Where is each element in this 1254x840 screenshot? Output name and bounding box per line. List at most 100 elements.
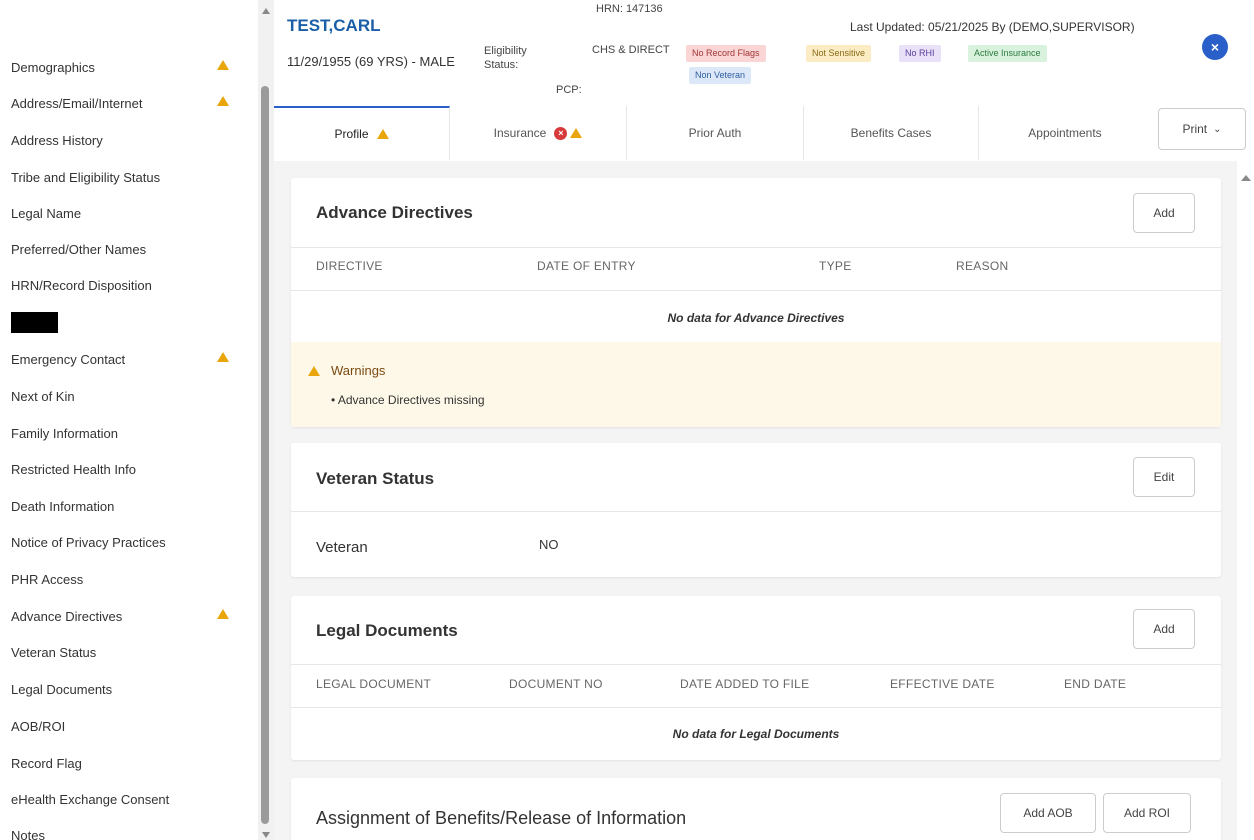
sidebar-item-label: Restricted Health Info	[11, 461, 137, 477]
sidebar-item-label: Family Information	[11, 425, 118, 441]
add-roi-button[interactable]: Add ROI	[1103, 793, 1191, 833]
add-aob-button[interactable]: Add AOB	[1000, 793, 1096, 833]
profile-sidebar: Demographics Address/Email/Internet Addr…	[0, 0, 258, 840]
scroll-up-arrow-icon[interactable]	[262, 8, 270, 14]
close-icon[interactable]: ×	[1202, 34, 1228, 60]
sidebar-item-record-flag[interactable]: Record Flag	[11, 748, 241, 778]
sidebar-item-label: Address History	[11, 132, 103, 148]
sidebar-item-label: PHR Access	[11, 571, 84, 587]
badge-sensitive: Not Sensitive	[806, 45, 872, 62]
warning-icon	[217, 609, 229, 619]
tab-benefits-cases[interactable]: Benefits Cases	[804, 106, 979, 160]
sidebar-item-advance-directives[interactable]: Advance Directives	[11, 601, 241, 631]
error-icon: ×	[554, 126, 568, 140]
sidebar-item-legal-documents[interactable]: Legal Documents	[11, 674, 241, 704]
content-scrollbar[interactable]	[1237, 161, 1254, 840]
advance-directives-card: Advance Directives Add DIRECTIVE DATE OF…	[291, 178, 1221, 427]
sidebar-item-privacy-practices[interactable]: Notice of Privacy Practices	[11, 527, 241, 557]
warning-icon	[376, 129, 389, 139]
profile-tabs: Profile Insurance × Prior Auth Benefits …	[274, 106, 1254, 161]
warning-icon	[217, 60, 229, 70]
sidebar-item-aob-roi[interactable]: AOB/ROI	[11, 711, 241, 741]
sidebar-item-restricted-health[interactable]: Restricted Health Info	[11, 454, 241, 484]
sidebar-item-hrn-record[interactable]: HRN/Record Disposition	[11, 270, 241, 300]
sidebar-item-address-history[interactable]: Address History	[11, 125, 241, 155]
card-title: Advance Directives	[316, 203, 473, 222]
scroll-up-arrow-icon[interactable]	[1241, 175, 1251, 181]
last-updated: Last Updated: 05/21/2025 By (DEMO,SUPERV…	[850, 20, 1135, 34]
sidebar-item-preferred-names[interactable]: Preferred/Other Names	[11, 234, 241, 264]
patient-header: HRN: 147136 TEST,CARL 11/29/1955 (69 YRS…	[274, 0, 1254, 106]
sidebar-item-label: Preferred/Other Names	[11, 241, 147, 257]
sidebar-item-demographics[interactable]: Demographics	[11, 52, 241, 82]
card-title: Assignment of Benefits/Release of Inform…	[316, 808, 687, 828]
sidebar-item-label: Emergency Contact	[11, 351, 126, 367]
patient-name[interactable]: TEST,CARL	[287, 16, 381, 36]
sidebar-item-address-email-internet[interactable]: Address/Email/Internet	[11, 88, 241, 118]
divider	[291, 707, 1221, 708]
column-header: LEGAL DOCUMENT	[316, 677, 432, 691]
veteran-label: Veteran	[316, 539, 368, 556]
sidebar-item-label: Next of Kin	[11, 388, 75, 404]
warning-item: • Advance Directives missing	[331, 393, 485, 407]
veteran-value: NO	[539, 537, 559, 552]
legal-documents-card: Legal Documents Add LEGAL DOCUMENT DOCUM…	[291, 596, 1221, 760]
warnings-title: Warnings	[331, 363, 386, 378]
sidebar-scroll-thumb[interactable]	[261, 86, 269, 824]
tab-insurance[interactable]: Insurance ×	[450, 106, 627, 160]
sidebar-item-label: Record Flag	[11, 755, 82, 771]
column-header: DOCUMENT NO	[509, 677, 603, 691]
warning-icon	[217, 96, 229, 106]
sidebar-item-label: Notes	[11, 827, 45, 840]
column-header: REASON	[956, 259, 1009, 273]
sidebar-item-legal-name[interactable]: Legal Name	[11, 198, 241, 228]
warning-icon	[570, 128, 583, 138]
sidebar-item-label: HRN/Record Disposition	[11, 277, 152, 293]
tab-profile[interactable]: Profile	[274, 106, 450, 160]
patient-dob-sex: 11/29/1955 (69 YRS) - MALE	[287, 54, 455, 69]
empty-table-message: No data for Advance Directives	[667, 311, 845, 325]
add-advance-directive-button[interactable]: Add	[1133, 193, 1195, 233]
add-legal-document-button[interactable]: Add	[1133, 609, 1195, 649]
warning-icon	[217, 352, 229, 362]
divider	[291, 247, 1221, 248]
column-header: DATE ADDED TO FILE	[680, 677, 810, 691]
divider	[291, 511, 1221, 512]
sidebar-item-notes[interactable]: Notes	[11, 820, 241, 840]
tab-label: Insurance	[493, 126, 547, 140]
sidebar-item-veteran-status[interactable]: Veteran Status	[11, 637, 241, 667]
badge-insurance: Active Insurance	[968, 45, 1047, 62]
sidebar-item-label: Advance Directives	[11, 608, 123, 624]
scroll-down-arrow-icon[interactable]	[262, 832, 270, 838]
redacted-item	[11, 312, 58, 333]
column-header: DIRECTIVE	[316, 259, 383, 273]
sidebar-item-label: Legal Documents	[11, 681, 113, 697]
tab-appointments[interactable]: Appointments	[979, 106, 1151, 160]
divider	[291, 290, 1221, 291]
sidebar-item-emergency-contact[interactable]: Emergency Contact	[11, 344, 241, 374]
tab-prior-auth[interactable]: Prior Auth	[627, 106, 804, 160]
sidebar-item-phr-access[interactable]: PHR Access	[11, 564, 241, 594]
tab-label: Benefits Cases	[850, 126, 932, 140]
card-title: Legal Documents	[316, 621, 458, 640]
badge-record-flags: No Record Flags	[686, 45, 766, 62]
warning-icon	[308, 366, 320, 376]
tab-label: Prior Auth	[688, 126, 742, 140]
tab-label: Appointments	[1028, 126, 1102, 140]
column-header: TYPE	[819, 259, 852, 273]
sidebar-item-tribe-eligibility[interactable]: Tribe and Eligibility Status	[11, 162, 241, 192]
eligibility-label: Eligibility Status:	[484, 45, 527, 71]
sidebar-item-death-information[interactable]: Death Information	[11, 491, 241, 521]
print-button[interactable]: Print ⌄	[1158, 108, 1246, 150]
sidebar-item-next-of-kin[interactable]: Next of Kin	[11, 381, 241, 411]
sidebar-item-family-information[interactable]: Family Information	[11, 418, 241, 448]
divider	[291, 664, 1221, 665]
sidebar-item-label: Address/Email/Internet	[11, 95, 143, 111]
print-label: Print	[1182, 122, 1208, 136]
sidebar-item-label: eHealth Exchange Consent	[11, 791, 170, 807]
pcp-label: PCP:	[556, 84, 582, 96]
aob-roi-card: Assignment of Benefits/Release of Inform…	[291, 778, 1221, 840]
edit-veteran-status-button[interactable]: Edit	[1133, 457, 1195, 497]
sidebar-item-ehealth-consent[interactable]: eHealth Exchange Consent	[11, 784, 241, 814]
column-header: END DATE	[1064, 677, 1127, 691]
